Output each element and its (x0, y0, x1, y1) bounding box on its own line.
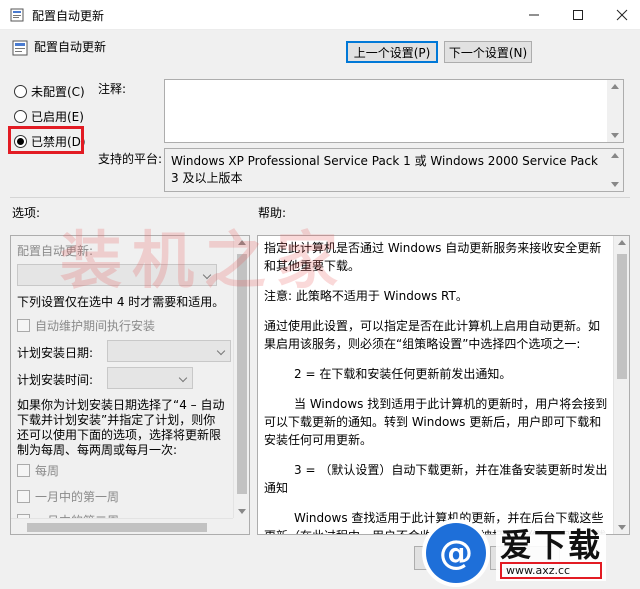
first-week-checkbox[interactable] (17, 490, 30, 503)
scroll-up-icon[interactable] (611, 84, 619, 89)
title-bar: 配置自动更新 (0, 0, 640, 30)
help-paragraph: 指定此计算机是否通过 Windows 自动更新服务来接收安全更新和其他重要下载。 (264, 241, 602, 273)
minimize-button[interactable] (512, 0, 556, 30)
scroll-down-icon[interactable] (611, 133, 619, 138)
help-paragraph: 通过使用此设置，可以指定是否在此计算机上启用自动更新。如果启用该服务，则必须在“… (264, 319, 601, 351)
help-paragraph: 当 Windows 找到适用于此计算机的更新时，用户将会接到可以下载更新的通知。… (264, 397, 608, 447)
scroll-up-icon[interactable] (238, 240, 246, 245)
scroll-down-icon[interactable] (238, 509, 246, 514)
window-title: 配置自动更新 (32, 9, 105, 23)
radio-not-configured[interactable]: 未配置(C) (14, 83, 85, 100)
maximize-button[interactable] (556, 0, 600, 30)
weekly-checkbox[interactable] (17, 464, 30, 477)
first-week-checkbox-label: 一月中的第一周 (35, 490, 120, 504)
radio-circle[interactable] (14, 85, 27, 98)
radio-label: 未配置(C) (31, 85, 85, 99)
schedule-day-label: 计划安装日期: (17, 346, 94, 360)
radio-circle[interactable] (14, 110, 27, 123)
options-section-label: 选项: (12, 206, 41, 220)
options-panel: 配置自动更新: 下列设置仅在选中 4 时才需要和适用。 自动维护期间执行安装 计… (10, 235, 250, 535)
maintenance-checkbox-label: 自动维护期间执行安装 (35, 319, 156, 333)
options-horizontal-scrollbar[interactable] (11, 518, 233, 534)
help-text: 指定此计算机是否通过 Windows 自动更新服务来接收安全更新和其他重要下载。… (264, 239, 608, 534)
help-paragraph: 注意: 此策略不适用于 Windows RT。 (264, 289, 468, 303)
close-icon (616, 9, 628, 21)
divider (10, 197, 630, 198)
scroll-up-icon[interactable] (611, 153, 619, 158)
comment-textarea[interactable] (164, 79, 624, 143)
options-description: 如果你为计划安装日期选择了“4 – 自动下载并计划安装”并指定了计划，则你还可以… (17, 398, 225, 457)
comment-scrollbar[interactable] (607, 80, 623, 142)
scroll-down-icon[interactable] (611, 182, 619, 187)
comment-label: 注释: (98, 82, 127, 96)
schedule-time-label: 计划安装时间: (17, 373, 94, 387)
chevron-down-icon (202, 270, 212, 280)
options-note: 下列设置仅在选中 4 时才需要和适用。 (17, 295, 225, 309)
maintenance-checkbox[interactable] (17, 319, 30, 332)
scroll-thumb[interactable] (237, 254, 247, 494)
setting-icon (12, 40, 28, 56)
maximize-icon (573, 10, 583, 20)
radio-enabled[interactable]: 已启用(E) (14, 108, 84, 125)
policy-icon (10, 8, 24, 22)
setting-title: 配置自动更新 (34, 40, 107, 54)
chevron-down-icon (178, 373, 188, 383)
minimize-icon (529, 14, 539, 16)
previous-setting-button[interactable]: 上一个设置(P) (346, 41, 438, 63)
platform-textbox: Windows XP Professional Service Pack 1 或… (164, 148, 624, 192)
schedule-day-dropdown[interactable] (107, 340, 231, 362)
schedule-time-dropdown[interactable] (107, 367, 193, 389)
platform-label: 支持的平台: (98, 152, 163, 166)
dialog-window: 配置自动更新 配置自动更新 上一个设置(P) 下一个设置(N) 未配置(C) 已… (0, 0, 640, 589)
radio-label: 已启用(E) (31, 110, 84, 124)
help-vertical-scrollbar[interactable] (613, 236, 629, 534)
help-paragraph: Windows 查找适用于此计算机的更新，并在后台下载这些更新（在此过程中，用户… (264, 511, 606, 534)
scroll-up-icon[interactable] (618, 240, 626, 245)
cancel-button[interactable] (490, 546, 560, 570)
close-button[interactable] (600, 0, 640, 30)
scroll-thumb[interactable] (617, 254, 627, 379)
configure-updates-dropdown[interactable] (17, 264, 217, 286)
next-setting-button[interactable]: 下一个设置(N) (444, 41, 532, 63)
configure-updates-label: 配置自动更新: (17, 244, 94, 258)
options-vertical-scrollbar[interactable] (233, 236, 249, 518)
help-paragraph: 3 = （默认设置）自动下载更新，并在准备安装更新时发出通知 (264, 463, 608, 495)
weekly-checkbox-label: 每周 (35, 464, 60, 478)
scroll-down-icon[interactable] (618, 525, 626, 530)
platform-scrollbar[interactable] (607, 149, 623, 191)
help-paragraph: 2 = 在下载和安装任何更新前发出通知。 (294, 367, 512, 381)
help-panel: 指定此计算机是否通过 Windows 自动更新服务来接收安全更新和其他重要下载。… (257, 235, 630, 535)
scroll-thumb[interactable] (27, 523, 207, 532)
chevron-down-icon (216, 346, 226, 356)
help-section-label: 帮助: (258, 206, 287, 220)
highlight-box (8, 126, 84, 154)
ok-button[interactable] (414, 546, 484, 570)
platform-value: Windows XP Professional Service Pack 1 或… (171, 154, 598, 185)
